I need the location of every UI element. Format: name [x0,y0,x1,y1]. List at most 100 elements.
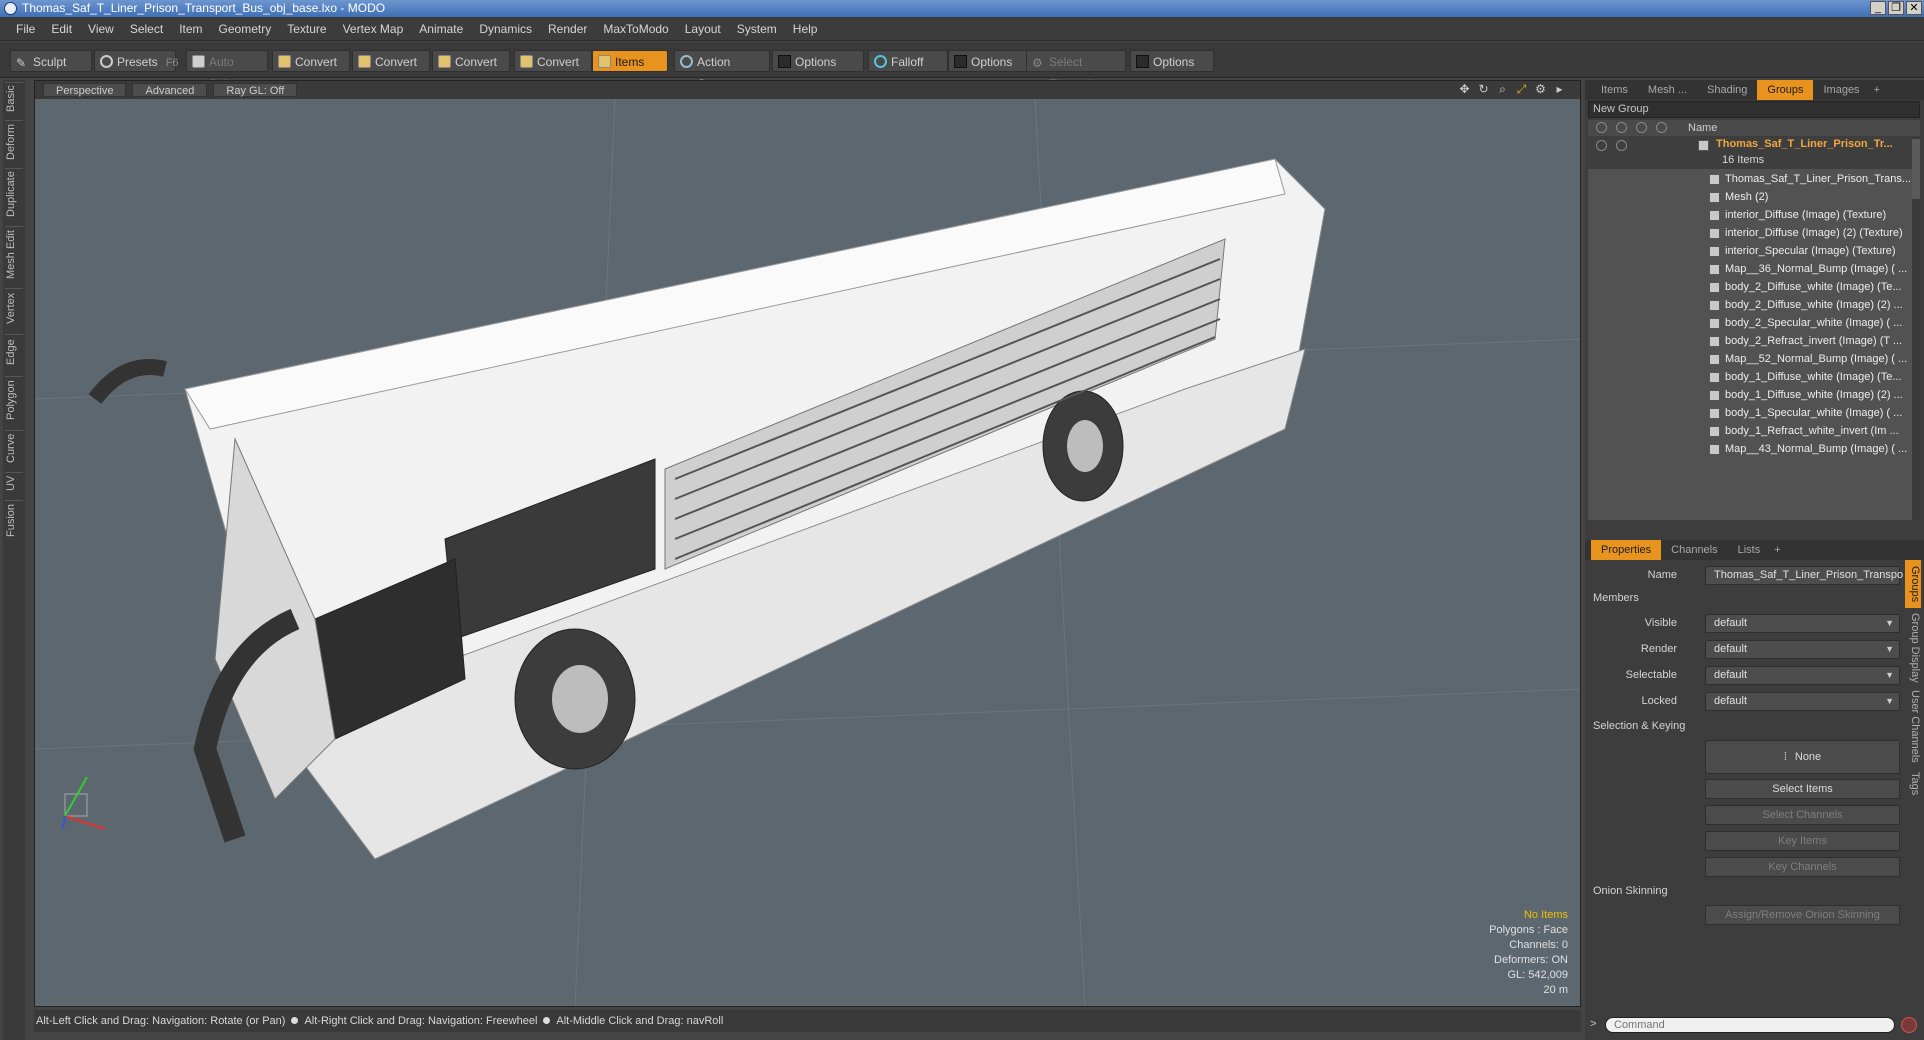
locked-select[interactable]: default ▼ [1705,692,1900,711]
list-item[interactable]: Mesh (2) [1588,188,1912,206]
visibility-toggle[interactable] [1596,140,1607,151]
list-scrollbar[interactable] [1912,137,1920,520]
viewport-settings-icon[interactable]: ⚙ [1534,83,1547,96]
list-item[interactable]: interior_Specular (Image) (Texture) [1588,242,1912,260]
side-tab-group-display[interactable]: Group Display [1905,612,1921,684]
list-item[interactable]: body_1_Diffuse_white (Image) (Te... [1588,368,1912,386]
render-select[interactable]: default ▼ [1705,640,1900,659]
side-tab-groups[interactable]: Groups [1905,560,1921,608]
tab-lists[interactable]: Lists [1728,540,1771,560]
tab-properties[interactable]: Properties [1591,540,1662,560]
menu-item[interactable]: Item [171,22,210,36]
select-items-button[interactable]: Select Items [1705,779,1900,799]
tab-groups[interactable]: Groups [1757,80,1814,100]
render-icon[interactable] [1616,122,1627,133]
list-item[interactable]: body_2_Diffuse_white (Image) (Te... [1588,278,1912,296]
tab-fusion[interactable]: Fusion [5,500,23,540]
list-item[interactable]: interior_Diffuse (Image) (Texture) [1588,206,1912,224]
selectable-select[interactable]: default ▼ [1705,666,1900,685]
group-row[interactable]: Thomas_Saf_T_Liner_Prison_Tr... 16 Items [1588,137,1912,169]
menu-select[interactable]: Select [122,22,171,36]
side-tab-user-channels[interactable]: User Channels [1905,688,1921,764]
sculpt-button[interactable]: ✎ Sculpt [10,50,92,72]
3d-viewport[interactable]: Perspective Advanced Ray GL: Off ✥ ↻ ⌕ ⤢… [34,80,1581,1007]
side-tab-tags[interactable]: Tags [1905,768,1921,800]
command-input[interactable] [1605,1017,1895,1033]
new-group-button[interactable]: New Group [1588,101,1920,118]
tab-mesh-edit[interactable]: Mesh Edit [5,226,23,282]
scroll-thumb[interactable] [1912,139,1920,199]
list-item[interactable]: Thomas_Saf_T_Liner_Prison_Trans... [1588,170,1912,188]
select-channels-button[interactable]: Select Channels [1705,805,1900,825]
tab-mesh[interactable]: Mesh ... [1638,80,1697,100]
selection-keying-section[interactable]: Selection & Keying [1593,720,1685,732]
key-items-button[interactable]: Key Items [1705,831,1900,851]
options-button-2[interactable]: Options [948,50,1028,72]
raygl-button[interactable]: Ray GL: Off [213,83,298,97]
tab-curve[interactable]: Curve [5,430,23,466]
none-button[interactable]: ⁞ None [1705,740,1900,774]
tab-images[interactable]: Images [1813,80,1869,100]
view-type-button[interactable]: Perspective [43,83,127,97]
visible-select[interactable]: default ▼ [1705,614,1900,633]
menu-view[interactable]: View [80,22,122,36]
menu-dynamics[interactable]: Dynamics [471,22,540,36]
add-tab-icon[interactable]: + [1870,80,1884,100]
list-item[interactable]: Map__36_Normal_Bump (Image) ( ... [1588,260,1912,278]
assign-onion-button[interactable]: Assign/Remove Onion Skinning [1705,905,1900,925]
convert-button-4[interactable]: Convert [514,50,592,72]
eye-icon[interactable] [1596,122,1607,133]
minimize-button[interactable]: _ [1870,1,1886,15]
list-item[interactable]: body_1_Specular_white (Image) ( ... [1588,404,1912,422]
menu-animate[interactable]: Animate [411,22,471,36]
list-item[interactable]: body_2_Specular_white (Image) ( ... [1588,314,1912,332]
shading-mode-button[interactable]: Advanced [132,83,208,97]
falloff-button[interactable]: Falloff [868,50,948,72]
maximize-button[interactable]: ❐ [1888,1,1904,15]
render-toggle[interactable] [1616,140,1627,151]
lock-icon[interactable] [1636,122,1647,133]
list-item[interactable]: body_2_Refract_invert (Image) (T ... [1588,332,1912,350]
menu-geometry[interactable]: Geometry [211,22,280,36]
tab-shading[interactable]: Shading [1697,80,1757,100]
close-button[interactable]: ✕ [1906,1,1922,15]
menu-vertex-map[interactable]: Vertex Map [335,22,412,36]
presets-button[interactable]: Presets F6 [94,50,179,72]
convert-button-2[interactable]: Convert [352,50,430,72]
rotate-icon[interactable]: ↻ [1477,83,1490,96]
action-center-button[interactable]: Action Center [674,50,770,91]
tab-deform[interactable]: Deform [5,120,23,162]
tab-polygon[interactable]: Polygon [5,376,23,424]
select-icon[interactable] [1656,122,1667,133]
options-button-1[interactable]: Options [772,50,864,72]
menu-system[interactable]: System [729,22,785,36]
auto-select-button[interactable]: Auto Select [186,50,268,91]
convert-button-3[interactable]: Convert [432,50,510,72]
list-item[interactable]: body_2_Diffuse_white (Image) (2) ... [1588,296,1912,314]
list-item[interactable]: body_1_Refract_white_invert (Im ... [1588,422,1912,440]
add-tab-icon[interactable]: + [1770,540,1784,560]
menu-layout[interactable]: Layout [677,22,729,36]
zoom-icon[interactable]: ⌕ [1496,83,1509,96]
tab-channels[interactable]: Channels [1661,540,1727,560]
list-item[interactable]: Map__43_Normal_Bump (Image) ( ... [1588,440,1912,458]
menu-file[interactable]: File [8,22,43,36]
command-stop-icon[interactable] [1901,1017,1917,1033]
fit-icon[interactable]: ⤢ [1515,83,1528,96]
options-button-3[interactable]: Options [1130,50,1214,72]
convert-button-1[interactable]: Convert [272,50,350,72]
tab-edge[interactable]: Edge [5,334,23,370]
onion-skinning-section[interactable]: Onion Skinning [1593,885,1668,897]
menu-render[interactable]: Render [540,22,595,36]
items-mode-button[interactable]: Items [592,50,668,72]
viewport-menu-icon[interactable]: ▸ [1553,83,1566,96]
menu-maxtomodo[interactable]: MaxToModo [595,22,676,36]
menu-edit[interactable]: Edit [43,22,80,36]
menu-help[interactable]: Help [785,22,826,36]
select-through-button[interactable]: ⚙Select Through [1026,50,1126,91]
list-item[interactable]: interior_Diffuse (Image) (2) (Texture) [1588,224,1912,242]
group-name-field[interactable]: Thomas_Saf_T_Liner_Prison_Transpo [1705,566,1903,585]
list-item[interactable]: Map__52_Normal_Bump (Image) ( ... [1588,350,1912,368]
tab-items[interactable]: Items [1591,80,1638,100]
tab-basic[interactable]: Basic [5,82,23,114]
